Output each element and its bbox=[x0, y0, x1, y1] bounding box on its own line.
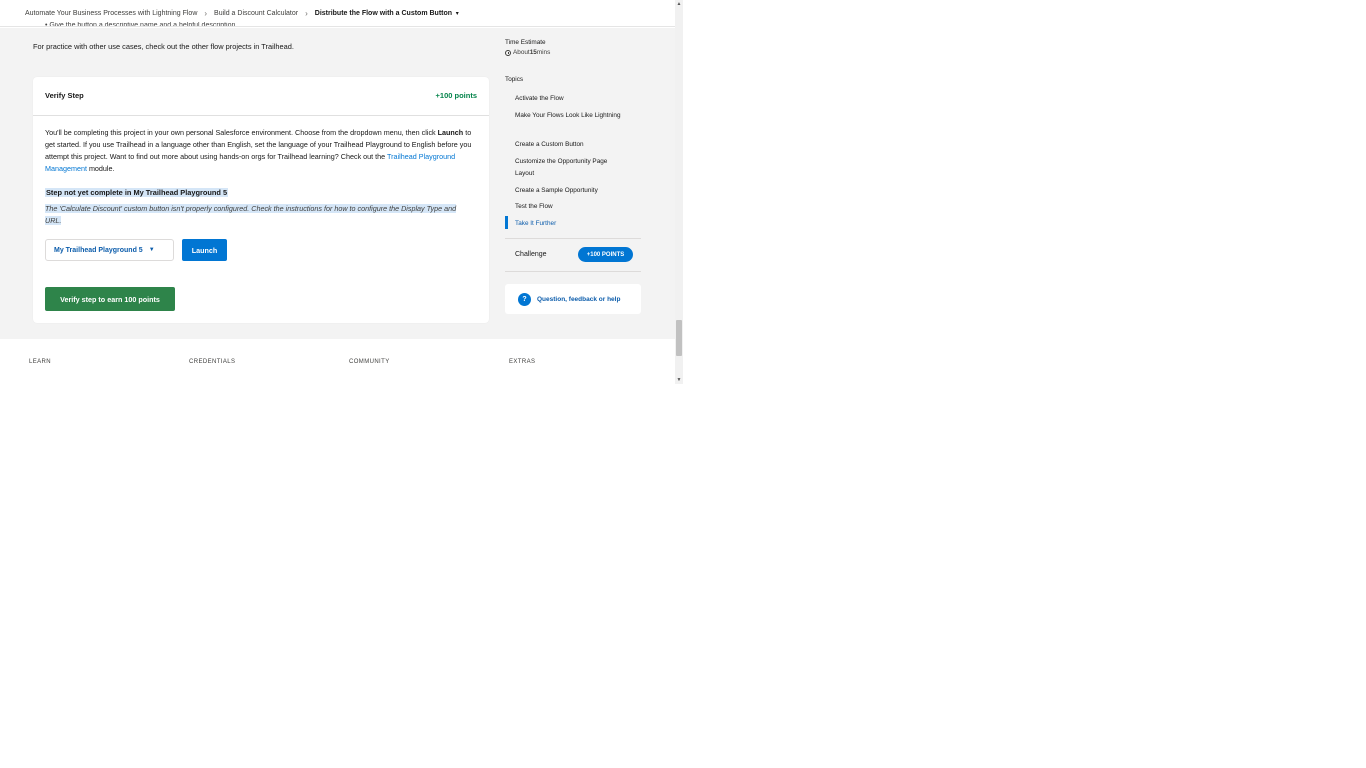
time-estimate-label: Time Estimate bbox=[505, 39, 546, 46]
practice-text: For practice with other use cases, check… bbox=[33, 42, 294, 51]
breadcrumb-item-project[interactable]: Build a Discount Calculator bbox=[214, 10, 298, 17]
challenge-label: Challenge bbox=[515, 251, 547, 258]
breadcrumb-item-module[interactable]: Automate Your Business Processes with Li… bbox=[25, 10, 197, 17]
caret-down-icon: ▾ bbox=[454, 10, 459, 17]
topic-item[interactable]: Make Your Flows Look Like Lightning bbox=[515, 110, 627, 122]
launch-button[interactable]: Launch bbox=[182, 239, 227, 261]
topic-item[interactable]: Create a Sample Opportunity bbox=[515, 185, 627, 197]
topic-item[interactable]: Activate the Flow bbox=[515, 93, 627, 105]
topic-item[interactable]: Customize the Opportunity Page Layout bbox=[515, 156, 627, 179]
help-box[interactable]: ? Question, feedback or help bbox=[505, 284, 641, 314]
footer-heading-credentials: CREDENTIALS bbox=[189, 359, 236, 365]
topic-item[interactable]: Test the Flow bbox=[515, 201, 627, 213]
status-title: Step not yet complete in My Trailhead Pl… bbox=[45, 188, 229, 197]
caret-down-icon: ▼ bbox=[148, 247, 155, 253]
active-topic-indicator bbox=[505, 216, 508, 229]
verify-card-header: Verify Step +100 points bbox=[33, 77, 489, 116]
scroll-up-arrow-icon[interactable]: ▲ bbox=[675, 0, 683, 8]
scrollbar-thumb[interactable] bbox=[676, 320, 682, 356]
main-content: • Give the button a descriptive name and… bbox=[0, 22, 675, 339]
footer-heading-learn: LEARN bbox=[29, 359, 52, 365]
footer-heading-community: COMMUNITY bbox=[349, 359, 390, 365]
footer: LEARN CREDENTIALS COMMUNITY EXTRAS bbox=[0, 339, 675, 384]
vertical-scrollbar[interactable]: ▲ ▼ bbox=[675, 0, 683, 384]
challenge-points-badge: +100 POINTS bbox=[578, 247, 633, 262]
chevron-right-icon: › bbox=[204, 8, 208, 18]
topic-item[interactable]: Create a Custom Button bbox=[515, 139, 627, 151]
footer-heading-extras: EXTRAS bbox=[509, 359, 536, 365]
cut-off-text: • Give the button a descriptive name and… bbox=[45, 22, 236, 26]
scroll-down-arrow-icon[interactable]: ▼ bbox=[675, 376, 683, 384]
verify-step-button[interactable]: Verify step to earn 100 points bbox=[45, 287, 175, 311]
help-link[interactable]: Question, feedback or help bbox=[537, 296, 620, 303]
points-label: +100 points bbox=[435, 91, 477, 100]
challenge-row[interactable]: Challenge +100 POINTS bbox=[505, 238, 641, 272]
time-estimate-value: About 15 mins bbox=[505, 49, 550, 56]
verify-step-title: Verify Step bbox=[45, 91, 84, 100]
org-select-dropdown[interactable]: My Trailhead Playground 5 ▼ bbox=[45, 239, 174, 261]
breadcrumb-current[interactable]: Distribute the Flow with a Custom Button… bbox=[315, 10, 459, 17]
verify-instructions: You'll be completing this project in you… bbox=[45, 128, 472, 173]
org-selected-value: My Trailhead Playground 5 bbox=[54, 246, 143, 254]
trailhead-link[interactable]: Trailhead bbox=[261, 42, 292, 51]
chevron-right-icon: › bbox=[305, 8, 308, 18]
topic-item-active[interactable]: Take It Further bbox=[515, 218, 627, 230]
browser-viewport: Automate Your Business Processes with Li… bbox=[0, 0, 683, 384]
verify-step-card: Verify Step +100 points You'll be comple… bbox=[33, 77, 489, 323]
question-icon: ? bbox=[518, 292, 531, 306]
topics-label: Topics bbox=[505, 76, 524, 83]
status-message: The 'Calculate Discount' custom button i… bbox=[45, 204, 457, 225]
clock-icon bbox=[505, 49, 511, 56]
